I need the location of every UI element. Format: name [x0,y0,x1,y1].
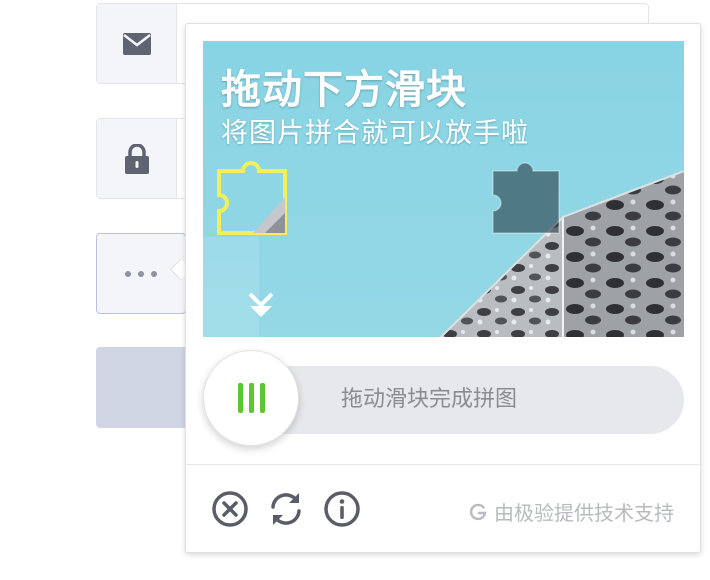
email-icon-box [97,4,177,83]
dots-icon [125,270,157,277]
puzzle-piece[interactable] [213,161,293,241]
lock-icon [124,143,149,174]
captcha-popup: 拖动下方滑块 将图片拼合就可以放手啦 拖动滑块完成拼图 由极验提供技术支持 [185,23,701,553]
grip-bar [259,383,265,413]
puzzle-slot [492,162,560,234]
password-icon-box [97,119,177,198]
brand-text: 由极验提供技术支持 [494,501,674,525]
down-arrow-icon [248,292,274,317]
grip-bar [237,383,243,413]
refresh-icon[interactable] [266,489,306,529]
popup-divider [186,464,700,465]
submit-button[interactable] [96,347,191,428]
prompt-title: 拖动下方滑块 [221,67,467,113]
prompt-subtitle: 将图片拼合就可以放手啦 [221,118,529,149]
mail-icon [122,32,151,55]
slider-hint: 拖动滑块完成拼图 [341,387,518,412]
puzzle-image: 拖动下方滑块 将图片拼合就可以放手啦 [203,41,684,337]
info-circle-icon[interactable] [322,489,362,529]
grip-bar [248,383,254,413]
close-circle-icon[interactable] [210,489,250,529]
slider-handle[interactable] [203,350,299,446]
captcha-trigger[interactable] [96,233,186,314]
geetest-logo-icon [469,503,487,520]
brand-credit[interactable]: 由极验提供技术支持 [468,497,674,526]
